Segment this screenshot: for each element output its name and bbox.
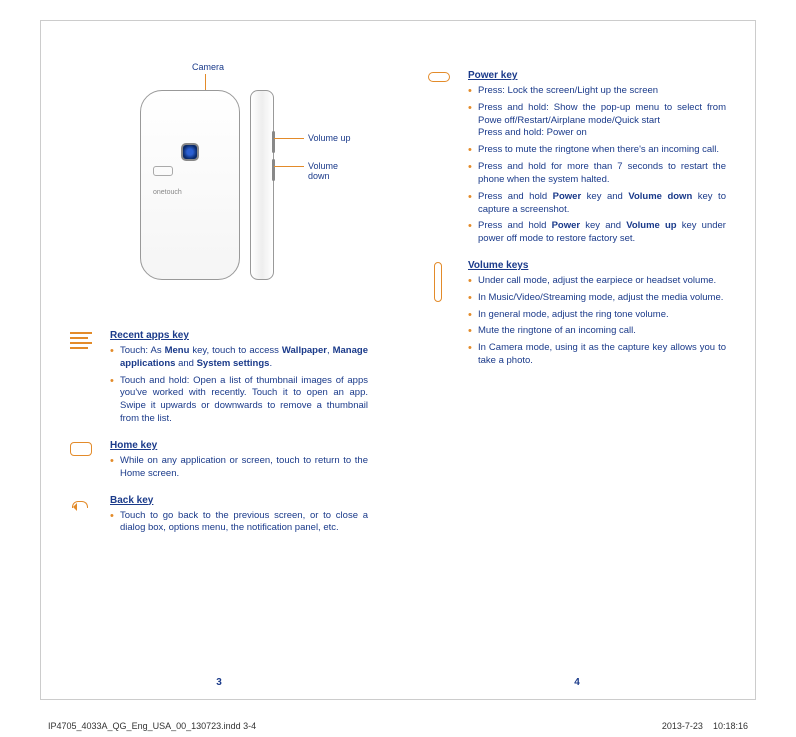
print-footer: IP4705_4033A_QG_Eng_USA_00_130723.indd 3… <box>48 721 748 731</box>
brand-label: onetouch <box>153 189 182 196</box>
bullet-item: Press to mute the ringtone when there's … <box>468 144 726 157</box>
bullet-item: Under call mode, adjust the earpiece or … <box>468 275 726 288</box>
camera-label: Camera <box>192 62 224 72</box>
right-page: Power key Press: Lock the screen/Light u… <box>398 20 756 700</box>
volume-icon <box>428 260 456 372</box>
phone-side-outline <box>250 90 274 280</box>
phone-front-outline: onetouch <box>140 90 240 280</box>
bullet-item: While on any application or screen, touc… <box>110 455 368 481</box>
footer-datetime: 2013-7-23 10:18:16 <box>662 721 748 731</box>
callout-line <box>274 138 304 139</box>
page-spread: Camera onetouch Volume up Volume down Re… <box>40 20 756 700</box>
back-icon <box>70 495 98 540</box>
bullet-item: Touch: As Menu key, touch to access Wall… <box>110 345 368 371</box>
callout-line <box>274 166 304 167</box>
bullet-item: In Camera mode, using it as the capture … <box>468 342 726 368</box>
section-title: Recent apps key <box>110 330 368 341</box>
section-title: Back key <box>110 495 368 506</box>
camera-icon <box>181 143 199 161</box>
volume-up-label: Volume up <box>308 133 351 143</box>
speaker-icon <box>153 166 173 176</box>
section-title: Volume keys <box>468 260 726 271</box>
left-page: Camera onetouch Volume up Volume down Re… <box>40 20 398 700</box>
recent-apps-icon <box>70 330 98 430</box>
bullet-item: Press: Lock the screen/Light up the scre… <box>468 85 726 98</box>
volume-up-button-graphic <box>272 131 275 153</box>
page-number: 4 <box>574 677 580 688</box>
bullet-item: In general mode, adjust the ring tone vo… <box>468 309 726 322</box>
bullet-item: Press and hold Power key and Volume up k… <box>468 220 726 246</box>
home-key-section: Home key While on any application or scr… <box>70 440 368 485</box>
section-title: Home key <box>110 440 368 451</box>
section-title: Power key <box>468 70 726 81</box>
volume-keys-section: Volume keys Under call mode, adjust the … <box>428 260 726 372</box>
phone-diagram: Camera onetouch Volume up Volume down <box>100 60 360 320</box>
footer-file: IP4705_4033A_QG_Eng_USA_00_130723.indd 3… <box>48 721 256 731</box>
bullet-item: In Music/Video/Streaming mode, adjust th… <box>468 292 726 305</box>
recent-apps-section: Recent apps key Touch: As Menu key, touc… <box>70 330 368 430</box>
power-key-section: Power key Press: Lock the screen/Light u… <box>428 70 726 250</box>
bullet-item: Touch to go back to the previous screen,… <box>110 510 368 536</box>
bullet-item: Press and hold: Show the pop-up menu to … <box>468 102 726 140</box>
volume-down-button-graphic <box>272 159 275 181</box>
power-icon <box>428 70 456 250</box>
bullet-item: Mute the ringtone of an incoming call. <box>468 325 726 338</box>
back-key-section: Back key Touch to go back to the previou… <box>70 495 368 540</box>
bullet-item: Press and hold for more than 7 seconds t… <box>468 161 726 187</box>
bullet-item: Touch and hold: Open a list of thumbnail… <box>110 375 368 426</box>
home-icon <box>70 440 98 485</box>
page-number: 3 <box>216 677 222 688</box>
volume-down-label: Volume down <box>308 161 360 181</box>
bullet-item: Press and hold Power key and Volume down… <box>468 191 726 217</box>
